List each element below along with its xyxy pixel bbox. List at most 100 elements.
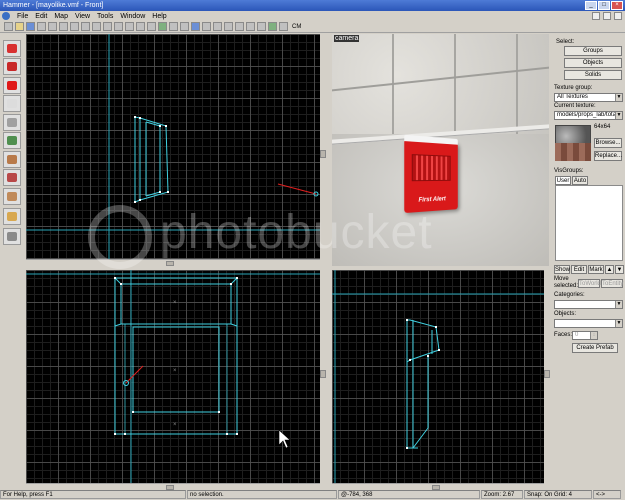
minimize-button[interactable]: _	[585, 1, 597, 10]
tab-user[interactable]: User	[555, 176, 571, 185]
check-problems-icon[interactable]	[246, 22, 255, 31]
create-prefab-button[interactable]: Create Prefab	[572, 343, 618, 353]
viewport-bottom-right[interactable]	[332, 270, 544, 483]
overlay-tool-icon[interactable]	[3, 188, 21, 205]
mdi-restore-icon[interactable]	[603, 12, 611, 20]
menu-file[interactable]: File	[17, 13, 28, 20]
svg-text:×: ×	[173, 422, 177, 428]
scrollbar-bottom-left-vertical[interactable]	[320, 270, 326, 490]
camera-tool-icon[interactable]	[3, 77, 21, 94]
run-map-icon[interactable]	[158, 22, 167, 31]
snap-icon[interactable]	[224, 22, 233, 31]
edit-button[interactable]: Edit	[571, 265, 587, 274]
watermark-text: photobucket	[160, 206, 433, 259]
open-file-icon[interactable]	[15, 22, 24, 31]
brush-wireframe-bottom-right	[332, 270, 544, 483]
chevron-down-icon[interactable]: ▼	[615, 94, 622, 101]
menu-view[interactable]: View	[75, 13, 90, 20]
objects-button[interactable]: Objects	[564, 58, 622, 68]
apply-texture-icon[interactable]	[3, 151, 21, 168]
texture-application-icon[interactable]	[3, 132, 21, 149]
scrollbar-bottom-left-horizontal[interactable]	[26, 483, 320, 490]
scroll-thumb[interactable]	[320, 150, 326, 158]
textured-icon[interactable]	[191, 22, 200, 31]
move-selected-label: Move selected:	[554, 276, 579, 289]
magnify-tool-icon[interactable]	[3, 58, 21, 75]
vertex-tool-icon[interactable]	[3, 228, 21, 245]
menu-window[interactable]: Window	[120, 13, 145, 20]
texture-lock-icon[interactable]	[213, 22, 222, 31]
menu-map[interactable]: Map	[54, 13, 68, 20]
flat-icon[interactable]	[180, 22, 189, 31]
clipping-tool-icon[interactable]	[3, 208, 21, 225]
to-entity-button[interactable]: ToEntity	[601, 279, 623, 288]
texture-group-select[interactable]: All Textures ▼	[554, 93, 623, 102]
mdi-close-icon[interactable]	[614, 12, 622, 20]
solids-button[interactable]: Solids	[564, 70, 622, 80]
decal-tool-icon[interactable]	[3, 169, 21, 186]
svg-text:×: ×	[173, 368, 177, 374]
scrollbar-top-left-horizontal[interactable]	[26, 259, 320, 266]
groups-button[interactable]: Groups	[564, 46, 622, 56]
selection-tool-icon[interactable]	[3, 40, 21, 57]
entity-report-icon[interactable]	[235, 22, 244, 31]
close-button[interactable]: ×	[611, 1, 623, 10]
new-file-icon[interactable]	[4, 22, 13, 31]
hammer-window: Hammer - [mayolike.vmf - Front] _ □ × Fi…	[0, 0, 625, 500]
chevron-down-icon[interactable]: ▼	[615, 112, 622, 119]
unhide-icon[interactable]	[147, 22, 156, 31]
undo-icon[interactable]	[81, 22, 90, 31]
menu-tools[interactable]: Tools	[97, 13, 113, 20]
brush-wireframe-bottom-left: × × ×	[26, 270, 320, 483]
cordon-mode-button[interactable]: CM	[290, 24, 303, 30]
entity-tool-icon[interactable]	[3, 95, 21, 112]
scroll-thumb[interactable]	[320, 370, 326, 378]
grid-3d-icon[interactable]	[48, 22, 57, 31]
status-help: For Help, press F1	[0, 490, 186, 499]
grid-smaller-icon[interactable]	[59, 22, 68, 31]
move-down-icon[interactable]: ▼	[615, 265, 624, 274]
move-up-icon[interactable]: ▲	[605, 265, 614, 274]
carve-icon[interactable]	[103, 22, 112, 31]
scrollbar-bottom-right-vertical[interactable]	[544, 270, 550, 490]
lightmap-icon[interactable]	[202, 22, 211, 31]
grid-larger-icon[interactable]	[70, 22, 79, 31]
block-tool-icon[interactable]	[3, 114, 21, 131]
scrollbar-bottom-right-horizontal[interactable]	[332, 483, 544, 490]
redo-icon[interactable]	[92, 22, 101, 31]
current-texture-label: Current texture:	[554, 103, 596, 109]
chevron-down-icon[interactable]: ▼	[615, 301, 622, 308]
hammer-app-icon[interactable]	[2, 12, 10, 20]
mdi-minimize-icon[interactable]	[592, 12, 600, 20]
camera-view-label[interactable]: camera	[334, 35, 360, 42]
current-texture-select[interactable]: models/props_lab/total ▼	[554, 111, 623, 120]
ruler-icon[interactable]	[257, 22, 266, 31]
maximize-button[interactable]: □	[598, 1, 610, 10]
faces-input[interactable]: 0 ↕	[572, 331, 598, 340]
viewport-bottom-left[interactable]: × × ×	[26, 270, 320, 483]
scroll-thumb[interactable]	[544, 370, 550, 378]
mark-button[interactable]: Mark	[588, 265, 604, 274]
save-icon[interactable]	[26, 22, 35, 31]
to-world-button[interactable]: ToWorld	[578, 279, 601, 288]
face-edit-icon[interactable]	[279, 22, 288, 31]
visgroups-list[interactable]	[555, 185, 623, 261]
spinner-icon[interactable]: ↕	[590, 332, 597, 339]
wireframe-icon[interactable]	[169, 22, 178, 31]
group-icon[interactable]	[114, 22, 123, 31]
objects-label: Objects:	[554, 311, 577, 317]
show-button[interactable]: Show	[554, 265, 570, 274]
chevron-down-icon[interactable]: ▼	[615, 320, 622, 327]
browse-button[interactable]: Browse...	[594, 138, 622, 148]
grid-toggle-icon[interactable]	[37, 22, 46, 31]
objects-select[interactable]: ▼	[554, 319, 623, 328]
replace-button[interactable]: Replace...	[594, 151, 622, 161]
menu-edit[interactable]: Edit	[35, 13, 47, 20]
categories-select[interactable]: ▼	[554, 300, 623, 309]
ungroup-icon[interactable]	[125, 22, 134, 31]
mdi-controls	[592, 12, 622, 20]
hide-icon[interactable]	[136, 22, 145, 31]
menu-help[interactable]: Help	[152, 13, 166, 20]
compile-icon[interactable]	[268, 22, 277, 31]
tab-auto[interactable]: Auto	[572, 176, 588, 185]
